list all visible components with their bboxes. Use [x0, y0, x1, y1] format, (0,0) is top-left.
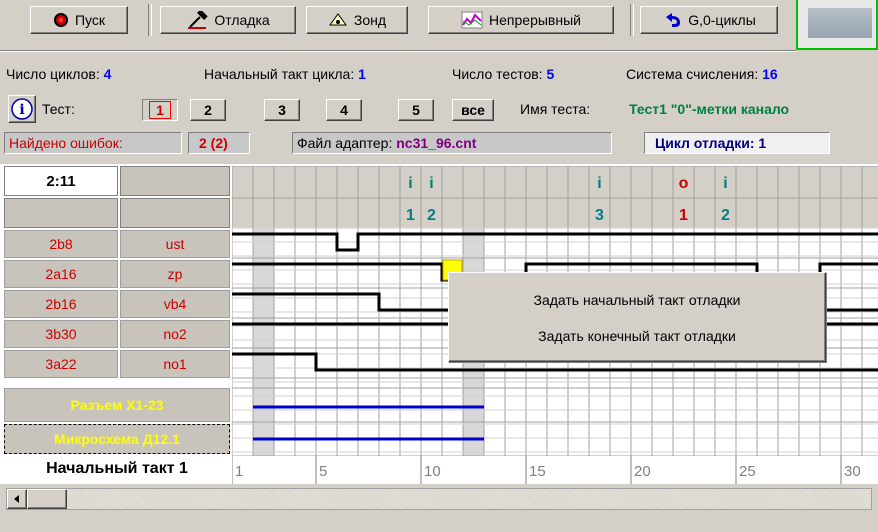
- menu-set-end-tact[interactable]: Задать конечный такт отладки: [449, 321, 825, 351]
- test-button-1[interactable]: 1: [142, 99, 178, 121]
- position-cell: 2:11: [4, 166, 118, 196]
- menu-set-start-tact[interactable]: Задать начальный такт отладки: [449, 285, 825, 315]
- start-tact-footer: Начальный такт 1: [46, 460, 188, 477]
- signal-pin-cell[interactable]: 3a22: [4, 350, 118, 378]
- scroll-left-button[interactable]: [7, 489, 27, 509]
- toolbar-separator: [630, 4, 634, 36]
- tick-label: 20: [634, 463, 651, 480]
- errors-value: 2 (2): [188, 132, 250, 154]
- marker-letter: i: [723, 175, 727, 192]
- preview-panel: [796, 0, 878, 50]
- tick-label: 25: [739, 463, 756, 480]
- signal-pin-cell[interactable]: 3b30: [4, 320, 118, 348]
- start-tact-value: 1: [358, 66, 366, 82]
- cycles-count-value: 4: [103, 66, 112, 82]
- signal-pin-cell[interactable]: 2b16: [4, 290, 118, 318]
- toolbar-divider: [0, 50, 796, 52]
- cycles-count-label: Число циклов: 4: [6, 66, 112, 82]
- info-button[interactable]: i: [8, 95, 36, 123]
- cycles-label: G,0-циклы: [688, 12, 756, 28]
- hammer-icon: [188, 11, 208, 29]
- debug-cycle-label: Цикл отладки: 1: [644, 132, 830, 154]
- probe-button[interactable]: Зонд: [306, 6, 408, 34]
- marker-letter: o: [679, 175, 689, 192]
- cycles-button[interactable]: G,0-циклы: [640, 6, 778, 34]
- run-button[interactable]: Пуск: [30, 6, 128, 34]
- scrollbar-thumb[interactable]: [27, 489, 67, 509]
- probe-icon: [328, 13, 347, 26]
- header-cell: [4, 198, 118, 228]
- marker-letter: i: [408, 175, 412, 192]
- test-button-5[interactable]: 5: [398, 99, 434, 121]
- numeral-system-value: 16: [762, 66, 778, 82]
- continuous-button[interactable]: Непрерывный: [428, 6, 614, 34]
- tests-count-label: Число тестов: 5: [452, 66, 555, 82]
- numeral-system-label: Система счисления: 16: [626, 66, 778, 82]
- tick-label: 30: [844, 463, 861, 480]
- undo-arrow-icon: [666, 13, 681, 27]
- context-menu: Задать начальный такт отладки Задать кон…: [448, 272, 826, 362]
- debug-label: Отладка: [214, 12, 270, 28]
- arrow-left-icon: [14, 495, 19, 503]
- toolbar-separator: [148, 4, 152, 36]
- marker-number: 3: [595, 207, 604, 224]
- signal-pin-cell[interactable]: 2b8: [4, 230, 118, 258]
- test-name-label: Имя теста:: [520, 101, 591, 117]
- marker-number: 2: [721, 207, 730, 224]
- signal-name-cell[interactable]: ust: [120, 230, 230, 258]
- grid-header-band: [232, 166, 878, 228]
- tick-label: 5: [319, 463, 327, 480]
- tick-label: 15: [529, 463, 546, 480]
- signal-name-cell[interactable]: vb4: [120, 290, 230, 318]
- tick-band: [232, 456, 878, 484]
- signal-name-cell[interactable]: no2: [120, 320, 230, 348]
- tests-count-value: 5: [546, 66, 555, 82]
- signal-name-cell[interactable]: no1: [120, 350, 230, 378]
- test-label: Тест:: [42, 101, 75, 117]
- errors-label: Найдено ошибок:: [4, 132, 182, 154]
- test-button-2[interactable]: 2: [190, 99, 226, 121]
- debug-button[interactable]: Отладка: [160, 6, 296, 34]
- continuous-label: Непрерывный: [489, 12, 581, 28]
- waveform-chart-icon: [461, 11, 483, 29]
- group-connector-cell[interactable]: Разъем X1-23: [4, 388, 230, 422]
- scrollbar-track[interactable]: [6, 488, 872, 510]
- toolbar: Пуск Отладка Зонд Непрерывный G,0-циклы: [0, 0, 878, 50]
- test-button-3[interactable]: 3: [264, 99, 300, 121]
- tick-label: 1: [235, 463, 243, 480]
- position-value: 2:11: [46, 172, 76, 190]
- svg-text:i: i: [19, 102, 24, 118]
- info-icon: i: [11, 98, 33, 120]
- marker-number: 1: [406, 207, 415, 224]
- signal-pin-cell[interactable]: 2a16: [4, 260, 118, 288]
- run-label: Пуск: [74, 12, 106, 28]
- marker-number: 1: [679, 207, 688, 224]
- marker-letter: i: [597, 175, 601, 192]
- start-tact-label: Начальный такт цикла: 1: [204, 66, 366, 82]
- signal-name-cell[interactable]: zp: [120, 260, 230, 288]
- marker-number: 2: [427, 207, 436, 224]
- adapter-label: Файл адаптер: nc31_96.cnt: [292, 132, 612, 154]
- tick-label: 10: [424, 463, 441, 480]
- test-button-4[interactable]: 4: [326, 99, 362, 121]
- header-cell: [120, 198, 230, 228]
- test-name-value: Тест1 "0"-метки канало: [629, 101, 790, 117]
- group-chip-cell[interactable]: Микросхема Д12.1: [4, 424, 230, 454]
- record-icon: [53, 13, 68, 27]
- probe-label: Зонд: [353, 12, 387, 28]
- header-cell: [120, 166, 230, 196]
- adapter-value: nc31_96.cnt: [396, 135, 477, 151]
- marker-letter: i: [429, 175, 433, 192]
- test-button-all[interactable]: все: [452, 99, 494, 121]
